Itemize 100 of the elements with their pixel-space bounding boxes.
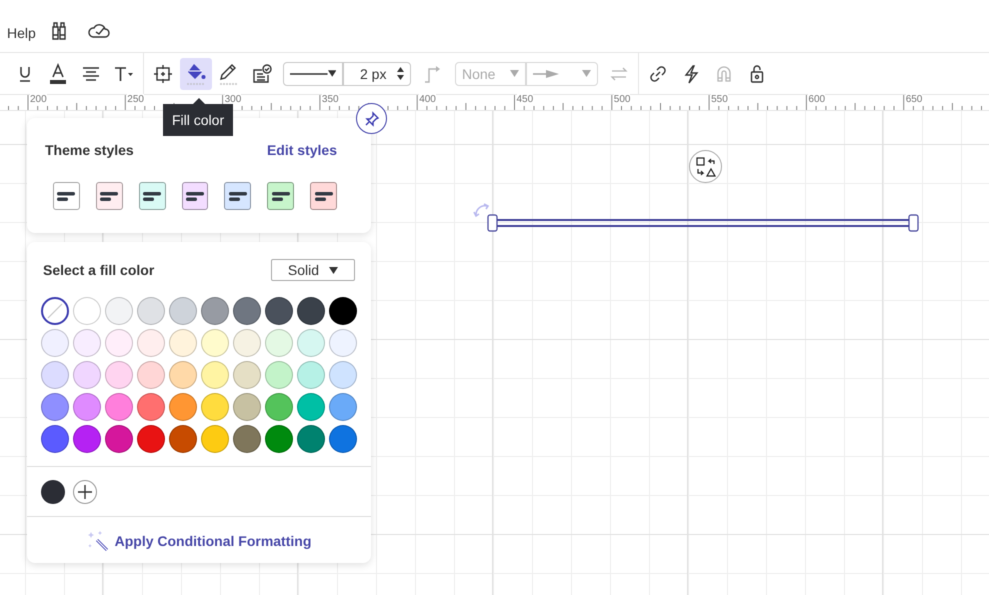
text-lines-icon	[100, 192, 118, 200]
color-swatch[interactable]	[201, 329, 229, 357]
color-swatch[interactable]	[41, 425, 69, 453]
color-swatch[interactable]	[137, 361, 165, 389]
paint-bucket-icon	[185, 62, 207, 86]
color-swatch[interactable]	[201, 425, 229, 453]
color-swatch[interactable]	[105, 361, 133, 389]
pin-button[interactable]	[356, 103, 387, 134]
color-swatch[interactable]	[233, 393, 261, 421]
ruler-label: 450	[516, 94, 534, 105]
text-color-icon	[48, 62, 68, 84]
color-swatch[interactable]	[297, 393, 325, 421]
color-swatch[interactable]	[137, 297, 165, 325]
menu-item[interactable]: Help	[7, 25, 36, 41]
text-lines-icon	[314, 192, 333, 200]
theme-style-tile[interactable]	[224, 182, 252, 210]
line-style-dropdown[interactable]	[283, 62, 343, 86]
color-swatch[interactable]	[329, 297, 357, 325]
color-swatch[interactable]	[329, 361, 357, 389]
color-swatch[interactable]	[73, 329, 101, 357]
recent-color-swatch[interactable]	[41, 480, 65, 504]
color-swatch[interactable]	[265, 297, 293, 325]
color-swatch[interactable]	[265, 393, 293, 421]
color-swatch[interactable]	[233, 425, 261, 453]
color-swatch[interactable]	[265, 361, 293, 389]
color-swatch[interactable]	[201, 361, 229, 389]
ruler-label: 550	[711, 94, 728, 105]
ruler-label: 500	[614, 94, 630, 105]
color-swatch[interactable]	[201, 297, 229, 325]
color-swatch[interactable]	[169, 329, 197, 357]
color-swatch[interactable]	[73, 297, 101, 325]
color-swatch[interactable]	[41, 329, 69, 357]
color-swatch[interactable]	[233, 361, 261, 389]
solid-line-icon	[290, 72, 328, 76]
color-swatch[interactable]	[233, 329, 261, 357]
color-swatch[interactable]	[169, 361, 197, 389]
color-swatch[interactable]	[297, 297, 325, 325]
theme-style-tile[interactable]	[182, 182, 208, 210]
color-swatch[interactable]	[41, 393, 69, 421]
line-width-stepper[interactable]: 2 px	[343, 62, 411, 86]
color-swatch[interactable]	[73, 425, 101, 453]
color-swatch[interactable]	[105, 297, 133, 325]
color-swatch[interactable]	[137, 329, 165, 357]
ruler-label: 400	[419, 94, 436, 105]
color-swatch[interactable]	[201, 393, 229, 421]
section-title: Theme styles	[45, 142, 134, 158]
color-swatch[interactable]	[169, 425, 197, 453]
ruler-label: 250	[127, 94, 144, 105]
theme-style-tile[interactable]	[138, 182, 166, 210]
color-swatch[interactable]	[329, 425, 357, 453]
color-swatch[interactable]	[41, 361, 69, 389]
shape-swap-button[interactable]	[689, 150, 722, 183]
caret-icon	[329, 266, 338, 274]
double-line-shape[interactable]	[487, 214, 919, 232]
caret-icon	[328, 70, 336, 77]
color-swatch[interactable]	[329, 329, 357, 357]
frame-icon	[153, 64, 173, 84]
color-swatch[interactable]	[105, 329, 133, 357]
color-swatch[interactable]	[233, 297, 261, 325]
color-swatch[interactable]	[297, 329, 325, 357]
color-swatch[interactable]	[169, 297, 197, 325]
elbow-connector-icon	[422, 64, 442, 84]
stepper-arrows-icon	[397, 67, 404, 80]
section-title: Select a fill color	[43, 262, 154, 278]
card-check-icon	[251, 64, 273, 84]
color-swatch[interactable]	[265, 329, 293, 357]
color-swatch[interactable]	[297, 425, 325, 453]
arrow-line-icon	[533, 70, 559, 78]
color-swatch[interactable]	[73, 393, 101, 421]
edit-styles-link[interactable]: Edit styles	[266, 142, 337, 158]
no-fill-swatch[interactable]	[41, 297, 69, 325]
theme-style-tile[interactable]	[53, 182, 80, 210]
pin-icon	[364, 110, 380, 126]
text-lines-icon	[228, 192, 247, 200]
color-swatch[interactable]	[105, 425, 133, 453]
theme-style-tile[interactable]	[310, 182, 338, 210]
color-swatch[interactable]	[297, 361, 325, 389]
color-swatch[interactable]	[137, 425, 165, 453]
pencil-icon	[218, 62, 240, 86]
ruler-label: 600	[808, 94, 826, 105]
fill-type-dropdown[interactable]: Solid	[271, 259, 355, 281]
text-lines-icon	[143, 192, 162, 200]
conditional-formatting-link[interactable]: Apply Conditional Formatting	[86, 530, 312, 552]
text-lines-icon	[186, 192, 204, 200]
add-color-button[interactable]	[73, 480, 97, 504]
color-swatch[interactable]	[137, 393, 165, 421]
magic-wand-icon	[86, 530, 111, 552]
color-swatch[interactable]	[329, 393, 357, 421]
color-swatch[interactable]	[169, 393, 197, 421]
color-swatch[interactable]	[73, 361, 101, 389]
color-swatch[interactable]	[265, 425, 293, 453]
ruler-label: 650	[906, 94, 922, 105]
color-swatch[interactable]	[105, 393, 133, 421]
rotate-handle-icon[interactable]	[473, 202, 491, 218]
text-lines-icon	[272, 192, 290, 200]
fill-color-button[interactable]	[180, 58, 212, 90]
theme-style-tile[interactable]	[267, 182, 294, 210]
shapes-swap-icon	[694, 156, 716, 178]
theme-style-tile[interactable]	[96, 182, 123, 210]
caret-icon	[582, 70, 591, 77]
